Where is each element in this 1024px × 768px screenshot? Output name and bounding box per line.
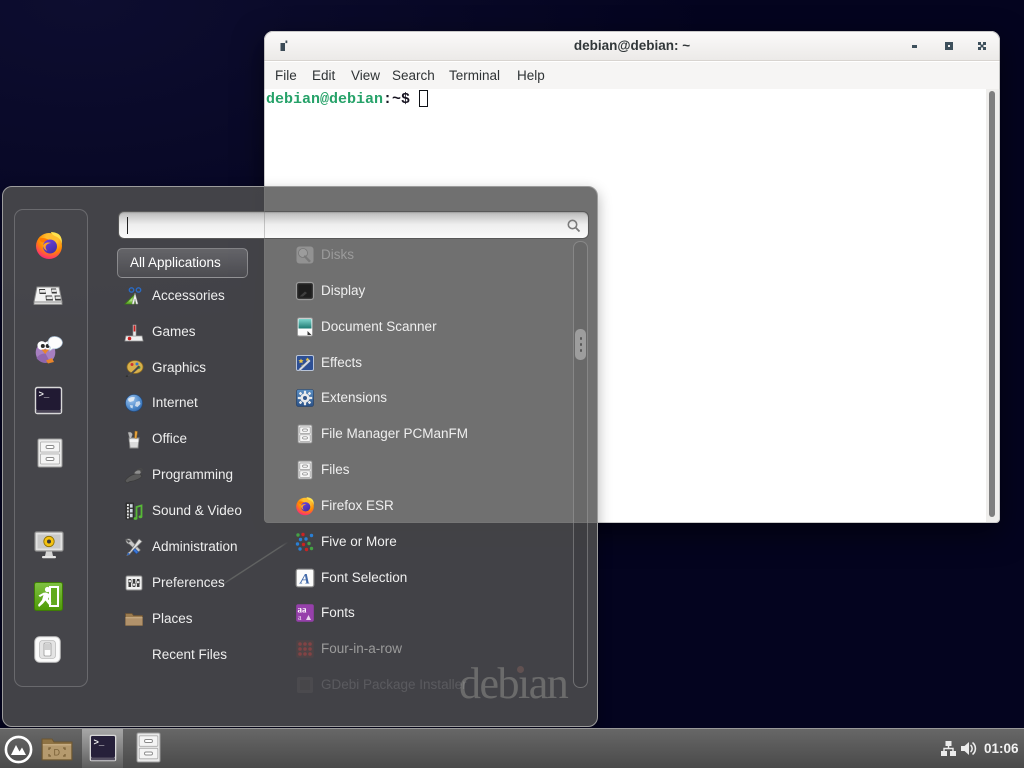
svg-text:A: A (299, 571, 310, 587)
svg-text:>_: >_ (94, 738, 105, 748)
svg-text:D: D (54, 748, 61, 758)
svg-text:a: a (298, 613, 302, 622)
svg-text:>_: >_ (39, 390, 50, 400)
